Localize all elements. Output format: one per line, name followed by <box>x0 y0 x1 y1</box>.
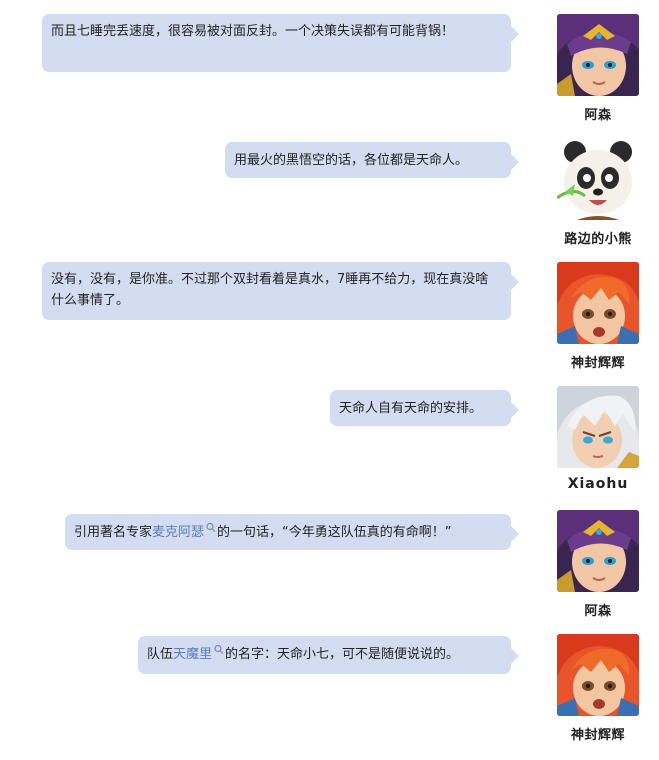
chat-message: 用最火的黑悟空的话，各位都是天命人。 路边的小熊 <box>0 138 659 258</box>
username[interactable]: 阿森 <box>549 600 647 619</box>
message-text: 用最火的黑悟空的话，各位都是天命人。 <box>234 153 469 168</box>
message-text: 的一句话，“今年勇这队伍真的有命啊！” <box>217 525 452 540</box>
keyword-link[interactable]: 麦克阿瑟 <box>152 525 204 540</box>
search-icon[interactable] <box>205 522 217 534</box>
username[interactable]: Xiaohu <box>549 476 647 492</box>
message-bubble: 队伍天魔里 的名字：天命小七，可不是随便说说的。 <box>138 636 519 674</box>
message-text: 天命人自有天命的安排。 <box>339 401 483 416</box>
white-haired-hero-avatar-icon <box>557 386 639 468</box>
message-bubble: 而且七睡完丢速度，很容易被对面反封。一个决策失误都有可能背锅！ <box>42 14 519 72</box>
avatar[interactable] <box>557 138 639 220</box>
keyword-link[interactable]: 天魔里 <box>173 647 212 662</box>
red-haired-hero-avatar-icon <box>557 634 639 716</box>
avatar[interactable] <box>557 510 639 592</box>
purple-haired-hero-avatar-icon <box>557 510 639 592</box>
message-text: 而且七睡完丢速度，很容易被对面反封。一个决策失误都有可能背锅！ <box>51 24 455 39</box>
username[interactable]: 路边的小熊 <box>549 228 647 247</box>
username[interactable]: 神封辉辉 <box>549 352 647 371</box>
message-bubble: 引用著名专家麦克阿瑟 的一句话，“今年勇这队伍真的有命啊！” <box>65 514 519 550</box>
red-haired-hero-avatar-icon <box>557 262 639 344</box>
avatar[interactable] <box>557 386 639 468</box>
message-bubble: 用最火的黑悟空的话，各位都是天命人。 <box>225 142 519 178</box>
message-text: 引用著名专家 <box>74 525 153 540</box>
username[interactable]: 阿森 <box>549 104 647 123</box>
message-text: 的名字：天命小七，可不是随便说说的。 <box>225 647 460 662</box>
message-text: 队伍 <box>147 647 174 662</box>
message-bubble: 天命人自有天命的安排。 <box>330 390 519 426</box>
purple-haired-hero-avatar-icon <box>557 14 639 96</box>
message-bubble: 没有，没有，是你准。不过那个双封看着是真水，7睡再不给力，现在真没啥什么事情了。 <box>42 262 519 320</box>
chat-message: 没有，没有，是你准。不过那个双封看着是真水，7睡再不给力，现在真没啥什么事情了。… <box>0 262 659 382</box>
chat-message: 引用著名专家麦克阿瑟 的一句话，“今年勇这队伍真的有命啊！” 阿森 <box>0 510 659 630</box>
avatar[interactable] <box>557 14 639 96</box>
username[interactable]: 神封辉辉 <box>549 724 647 743</box>
message-text: 没有，没有，是你准。不过那个双封看着是真水，7睡再不给力，现在真没啥什么事情了。 <box>51 272 489 308</box>
panda-avatar-icon <box>557 138 639 220</box>
chat-message: 天命人自有天命的安排。 Xiaohu <box>0 386 659 506</box>
avatar[interactable] <box>557 634 639 716</box>
chat-message: 队伍天魔里 的名字：天命小七，可不是随便说说的。 神封辉辉 <box>0 634 659 754</box>
search-icon[interactable] <box>213 644 225 656</box>
chat-message: 而且七睡完丢速度，很容易被对面反封。一个决策失误都有可能背锅！ 阿森 <box>0 14 659 134</box>
avatar[interactable] <box>557 262 639 344</box>
